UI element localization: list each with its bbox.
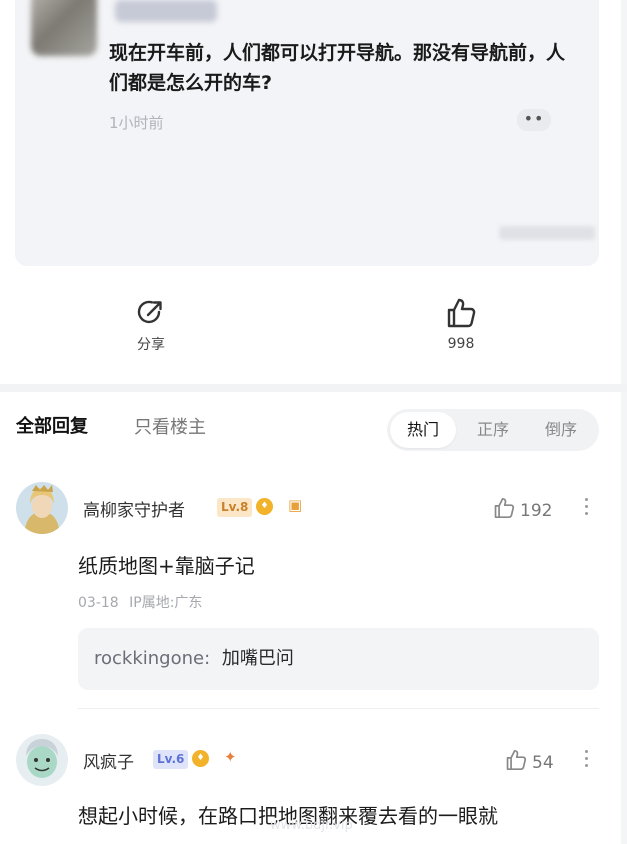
- comment-text: 纸质地图+靠脑子记: [78, 554, 255, 578]
- member-badge-icon: ♦: [192, 750, 209, 767]
- comment-username[interactable]: 高柳家守护者: [83, 496, 185, 521]
- gamepad-badge-icon: ✦: [224, 748, 237, 766]
- comment-more-icon[interactable]: [584, 750, 590, 771]
- comment-like-count: 192: [520, 501, 553, 521]
- reply-username[interactable]: rockkingone:: [94, 648, 210, 669]
- share-icon: [137, 300, 162, 324]
- like-button[interactable]: 998: [421, 296, 501, 352]
- post-title: 现在开车前，人们都可以打开导航。那没有导航前，人们都是怎么开的车?: [109, 42, 566, 94]
- post-card: 现在开车前，人们都可以打开导航。那没有导航前，人们都是怎么开的车? 1小时前 •…: [15, 0, 599, 266]
- fan-badge-icon: ▣: [288, 496, 303, 514]
- watermark: www.bdjr.vip: [270, 818, 353, 833]
- scrollbar-track[interactable]: [621, 0, 627, 844]
- reply-text: 加嘴巴问: [221, 648, 294, 669]
- thumbs-up-icon: [447, 298, 476, 328]
- member-badge-icon: ♦: [256, 498, 273, 515]
- post-more-button[interactable]: ••: [517, 109, 551, 131]
- comment-like-button[interactable]: 192: [492, 496, 552, 521]
- comment-meta: 03-18 IP属地:广东: [78, 592, 202, 612]
- share-label: 分享: [137, 337, 165, 353]
- avatar[interactable]: [16, 734, 68, 786]
- tab-op-only[interactable]: 只看楼主: [134, 413, 206, 439]
- sort-descending-tab[interactable]: 倒序: [531, 409, 591, 451]
- sort-ascending-tab[interactable]: 正序: [463, 409, 523, 451]
- comment-divider: [78, 708, 599, 709]
- tab-all-replies[interactable]: 全部回复: [16, 412, 88, 438]
- post-author-avatar[interactable]: [31, 0, 97, 56]
- level-badge: Lv.8: [217, 498, 253, 517]
- post-time: 1小时前: [109, 114, 164, 132]
- post-author-name-blurred: [115, 0, 217, 22]
- post-watermark-blurred: [499, 226, 595, 240]
- avatar-image: [16, 734, 68, 786]
- level-badge: Lv.6: [153, 750, 189, 769]
- comment-more-icon[interactable]: [584, 498, 590, 519]
- comment-like-button[interactable]: 54: [504, 748, 554, 773]
- sort-hot-tab[interactable]: 热门: [390, 412, 456, 448]
- reply-preview[interactable]: rockkingone: 加嘴巴问: [78, 628, 599, 690]
- share-button[interactable]: 分享: [111, 296, 191, 354]
- thumbs-up-icon: [506, 749, 527, 771]
- comment-like-count: 54: [532, 753, 554, 773]
- comment-date: 03-18: [78, 595, 119, 611]
- comment-username[interactable]: 风疯子: [83, 748, 134, 773]
- sort-toggle-group: 热门 正序 倒序: [387, 409, 599, 451]
- avatar-image: [16, 482, 68, 534]
- section-divider: [0, 384, 627, 392]
- thumbs-up-icon: [494, 497, 515, 519]
- comment-ip: IP属地:广东: [129, 595, 203, 611]
- like-count: 998: [447, 336, 475, 352]
- avatar[interactable]: [16, 482, 68, 534]
